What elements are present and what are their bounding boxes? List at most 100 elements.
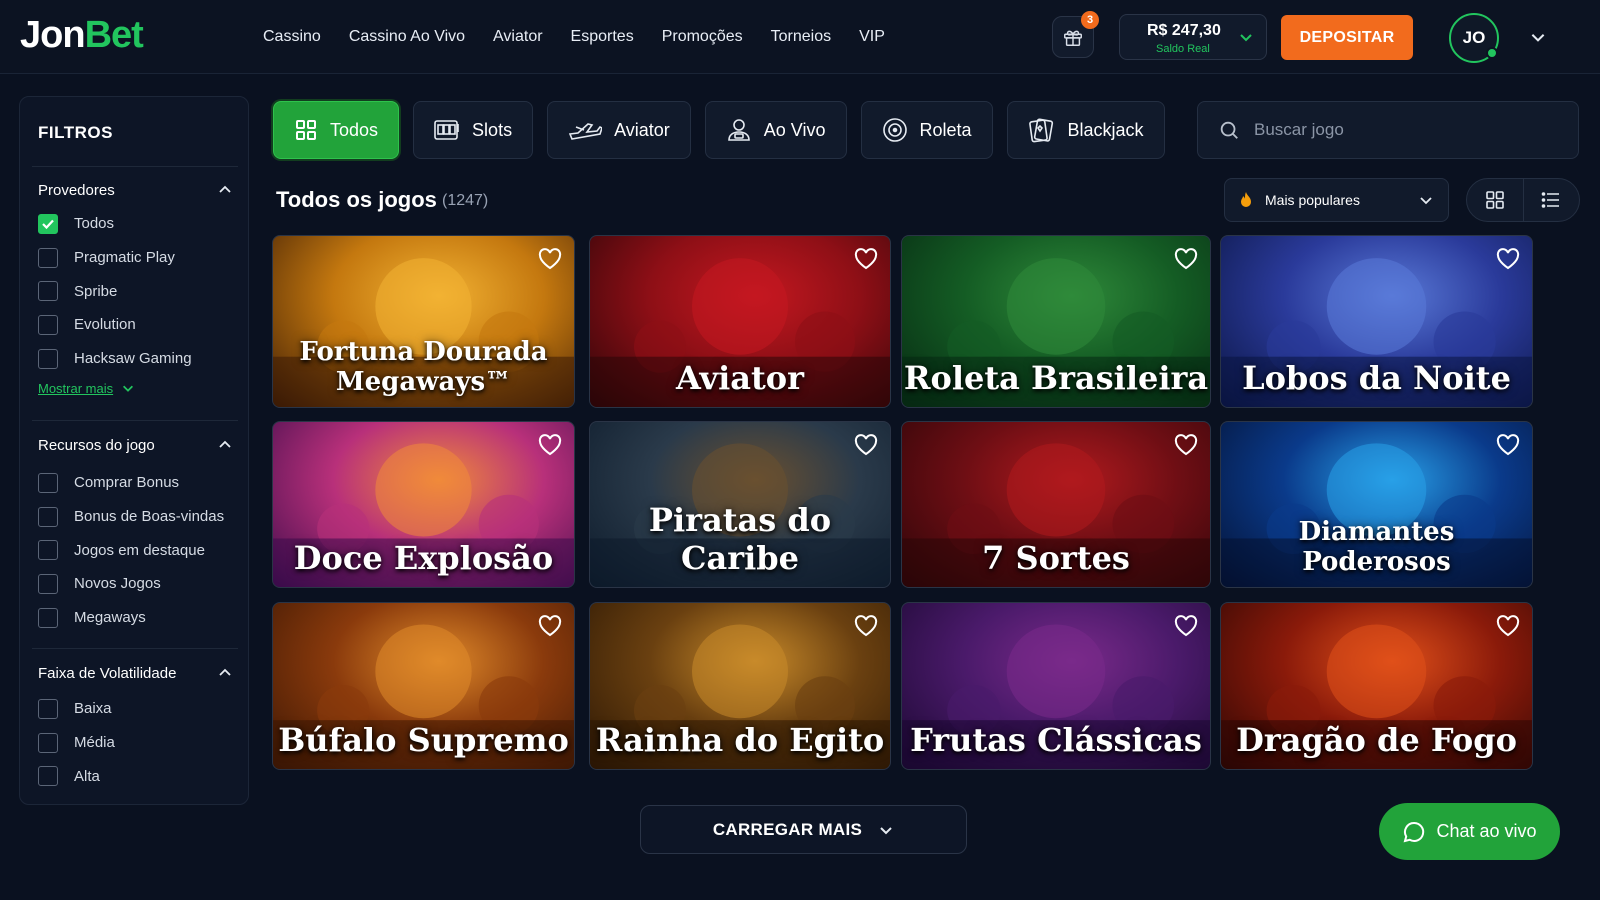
- filter-checkbox[interactable]: [38, 247, 58, 268]
- features-title: Recursos do jogo: [38, 436, 155, 454]
- grid-view-button[interactable]: [1467, 179, 1524, 221]
- list-view-button[interactable]: [1524, 179, 1580, 221]
- game-card[interactable]: Búfalo Supremo: [272, 602, 575, 770]
- game-card[interactable]: Doce Explosão: [272, 421, 575, 588]
- filter-option[interactable]: Alta: [38, 759, 233, 793]
- game-card[interactable]: 7 Sortes: [901, 421, 1211, 588]
- load-more-button[interactable]: CARREGAR MAIS: [640, 805, 967, 854]
- favorite-heart-icon[interactable]: [538, 248, 562, 270]
- filter-option[interactable]: Novos Jogos: [38, 567, 233, 601]
- favorite-heart-icon[interactable]: [1174, 248, 1198, 270]
- brand-logo[interactable]: JonBet: [20, 14, 144, 57]
- filter-checkbox[interactable]: [38, 698, 58, 719]
- filter-option[interactable]: Bonus de Boas-vindas: [38, 500, 233, 534]
- tab-blackjack[interactable]: Blackjack: [1006, 101, 1165, 159]
- nav-link[interactable]: Cassino Ao Vivo: [349, 28, 465, 46]
- nav-link[interactable]: Esportes: [571, 28, 634, 46]
- favorite-heart-icon[interactable]: [1496, 248, 1520, 270]
- user-menu-chevron-icon[interactable]: [1529, 28, 1547, 46]
- filter-checkbox[interactable]: [38, 607, 58, 628]
- check-icon: [42, 219, 54, 229]
- games-count: (1247): [442, 192, 489, 209]
- balance-dropdown[interactable]: R$ 247,30 Saldo Real: [1119, 14, 1267, 60]
- favorite-heart-icon[interactable]: [854, 248, 878, 270]
- divider: [32, 420, 238, 421]
- game-card[interactable]: Diamantes Poderosos: [1220, 421, 1533, 588]
- game-card[interactable]: Fortuna Dourada Megaways™: [272, 235, 575, 408]
- favorite-heart-icon[interactable]: [1496, 434, 1520, 456]
- main-nav: Cassino Cassino Ao Vivo Aviator Esportes Pro…: [263, 0, 885, 74]
- tab-ao-vivo[interactable]: Ao Vivo: [704, 101, 847, 159]
- game-title: Dragão de Fogo: [1236, 721, 1517, 759]
- tab-roleta[interactable]: Roleta: [860, 101, 993, 159]
- filter-option[interactable]: Baixa: [38, 692, 233, 726]
- providers-header[interactable]: Provedores: [38, 179, 233, 201]
- favorite-heart-icon[interactable]: [1174, 615, 1198, 637]
- favorite-heart-icon[interactable]: [538, 434, 562, 456]
- chevron-down-icon: [123, 386, 134, 393]
- filter-checkbox[interactable]: [38, 540, 58, 561]
- game-title: Frutas Clássicas: [910, 721, 1202, 759]
- chat-bubble-icon: [1404, 821, 1425, 842]
- search-icon: [1220, 121, 1238, 139]
- filter-option[interactable]: Jogos em destaque: [38, 533, 233, 567]
- avatar[interactable]: JO: [1449, 13, 1499, 63]
- sort-dropdown[interactable]: Mais populares: [1224, 178, 1449, 222]
- chevron-up-icon: [219, 440, 231, 448]
- game-card[interactable]: Dragão de Fogo: [1220, 602, 1533, 770]
- filter-checkbox[interactable]: [38, 348, 58, 369]
- filter-checkbox[interactable]: [38, 732, 58, 753]
- favorite-heart-icon[interactable]: [538, 615, 562, 637]
- filter-checkbox[interactable]: [38, 766, 58, 787]
- features-header[interactable]: Recursos do jogo: [38, 434, 233, 456]
- filter-option[interactable]: Todos: [38, 207, 233, 241]
- filter-checkbox[interactable]: [38, 506, 58, 527]
- filter-option[interactable]: Megaways: [38, 601, 233, 635]
- deposit-button[interactable]: DEPOSITAR: [1281, 15, 1413, 60]
- game-search[interactable]: [1197, 101, 1579, 159]
- game-card[interactable]: Lobos da Noite: [1220, 235, 1533, 408]
- volatility-header[interactable]: Faixa de Volatilidade: [38, 662, 233, 684]
- cards-icon: [1028, 118, 1053, 143]
- game-title: 7 Sortes: [982, 539, 1130, 577]
- game-card[interactable]: Roleta Brasileira: [901, 235, 1211, 408]
- filter-option[interactable]: Evolution: [38, 308, 233, 342]
- nav-link[interactable]: Promoções: [662, 28, 743, 46]
- game-card[interactable]: Piratas do Caribe: [589, 421, 891, 588]
- nav-link[interactable]: VIP: [859, 28, 885, 46]
- live-chat-button[interactable]: Chat ao vivo: [1379, 803, 1560, 860]
- favorite-heart-icon[interactable]: [1496, 615, 1520, 637]
- favorite-heart-icon[interactable]: [854, 615, 878, 637]
- favorite-heart-icon[interactable]: [854, 434, 878, 456]
- filter-option[interactable]: Comprar Bonus: [38, 466, 233, 500]
- slot-machine-icon: [434, 120, 459, 140]
- avatar-initials: JO: [1462, 28, 1486, 47]
- game-card[interactable]: Aviator: [589, 235, 891, 408]
- tab-aviator[interactable]: Aviator: [547, 101, 691, 159]
- tab-slots[interactable]: Slots: [413, 101, 534, 159]
- grid-icon: [1485, 191, 1504, 209]
- filter-checkbox[interactable]: [38, 472, 58, 493]
- gift-button[interactable]: 3: [1052, 11, 1099, 58]
- filter-checkbox[interactable]: [38, 213, 58, 234]
- chat-label: Chat ao vivo: [1436, 821, 1537, 841]
- tab-todos[interactable]: Todos: [273, 101, 400, 159]
- filter-option[interactable]: Média: [38, 726, 233, 760]
- filter-option-label: Hacksaw Gaming: [74, 350, 192, 368]
- filter-option[interactable]: Spribe: [38, 274, 233, 308]
- favorite-heart-icon[interactable]: [1174, 434, 1198, 456]
- search-input[interactable]: [1254, 120, 1554, 140]
- nav-link[interactable]: Torneios: [771, 28, 831, 46]
- features-section: Recursos do jogo Comprar Bonus Bonus de B…: [38, 434, 233, 634]
- filter-option[interactable]: Pragmatic Play: [38, 241, 233, 275]
- filter-checkbox[interactable]: [38, 573, 58, 594]
- nav-link[interactable]: Aviator: [493, 28, 543, 46]
- filter-option[interactable]: Hacksaw Gaming: [38, 342, 233, 376]
- filter-checkbox[interactable]: [38, 314, 58, 335]
- show-more-link[interactable]: Mostrar mais: [38, 375, 233, 401]
- filter-checkbox[interactable]: [38, 281, 58, 302]
- game-card[interactable]: Rainha do Egito: [589, 602, 891, 770]
- game-card[interactable]: Frutas Clássicas: [901, 602, 1211, 770]
- show-more-label: Mostrar mais: [38, 380, 114, 396]
- nav-link[interactable]: Cassino: [263, 28, 321, 46]
